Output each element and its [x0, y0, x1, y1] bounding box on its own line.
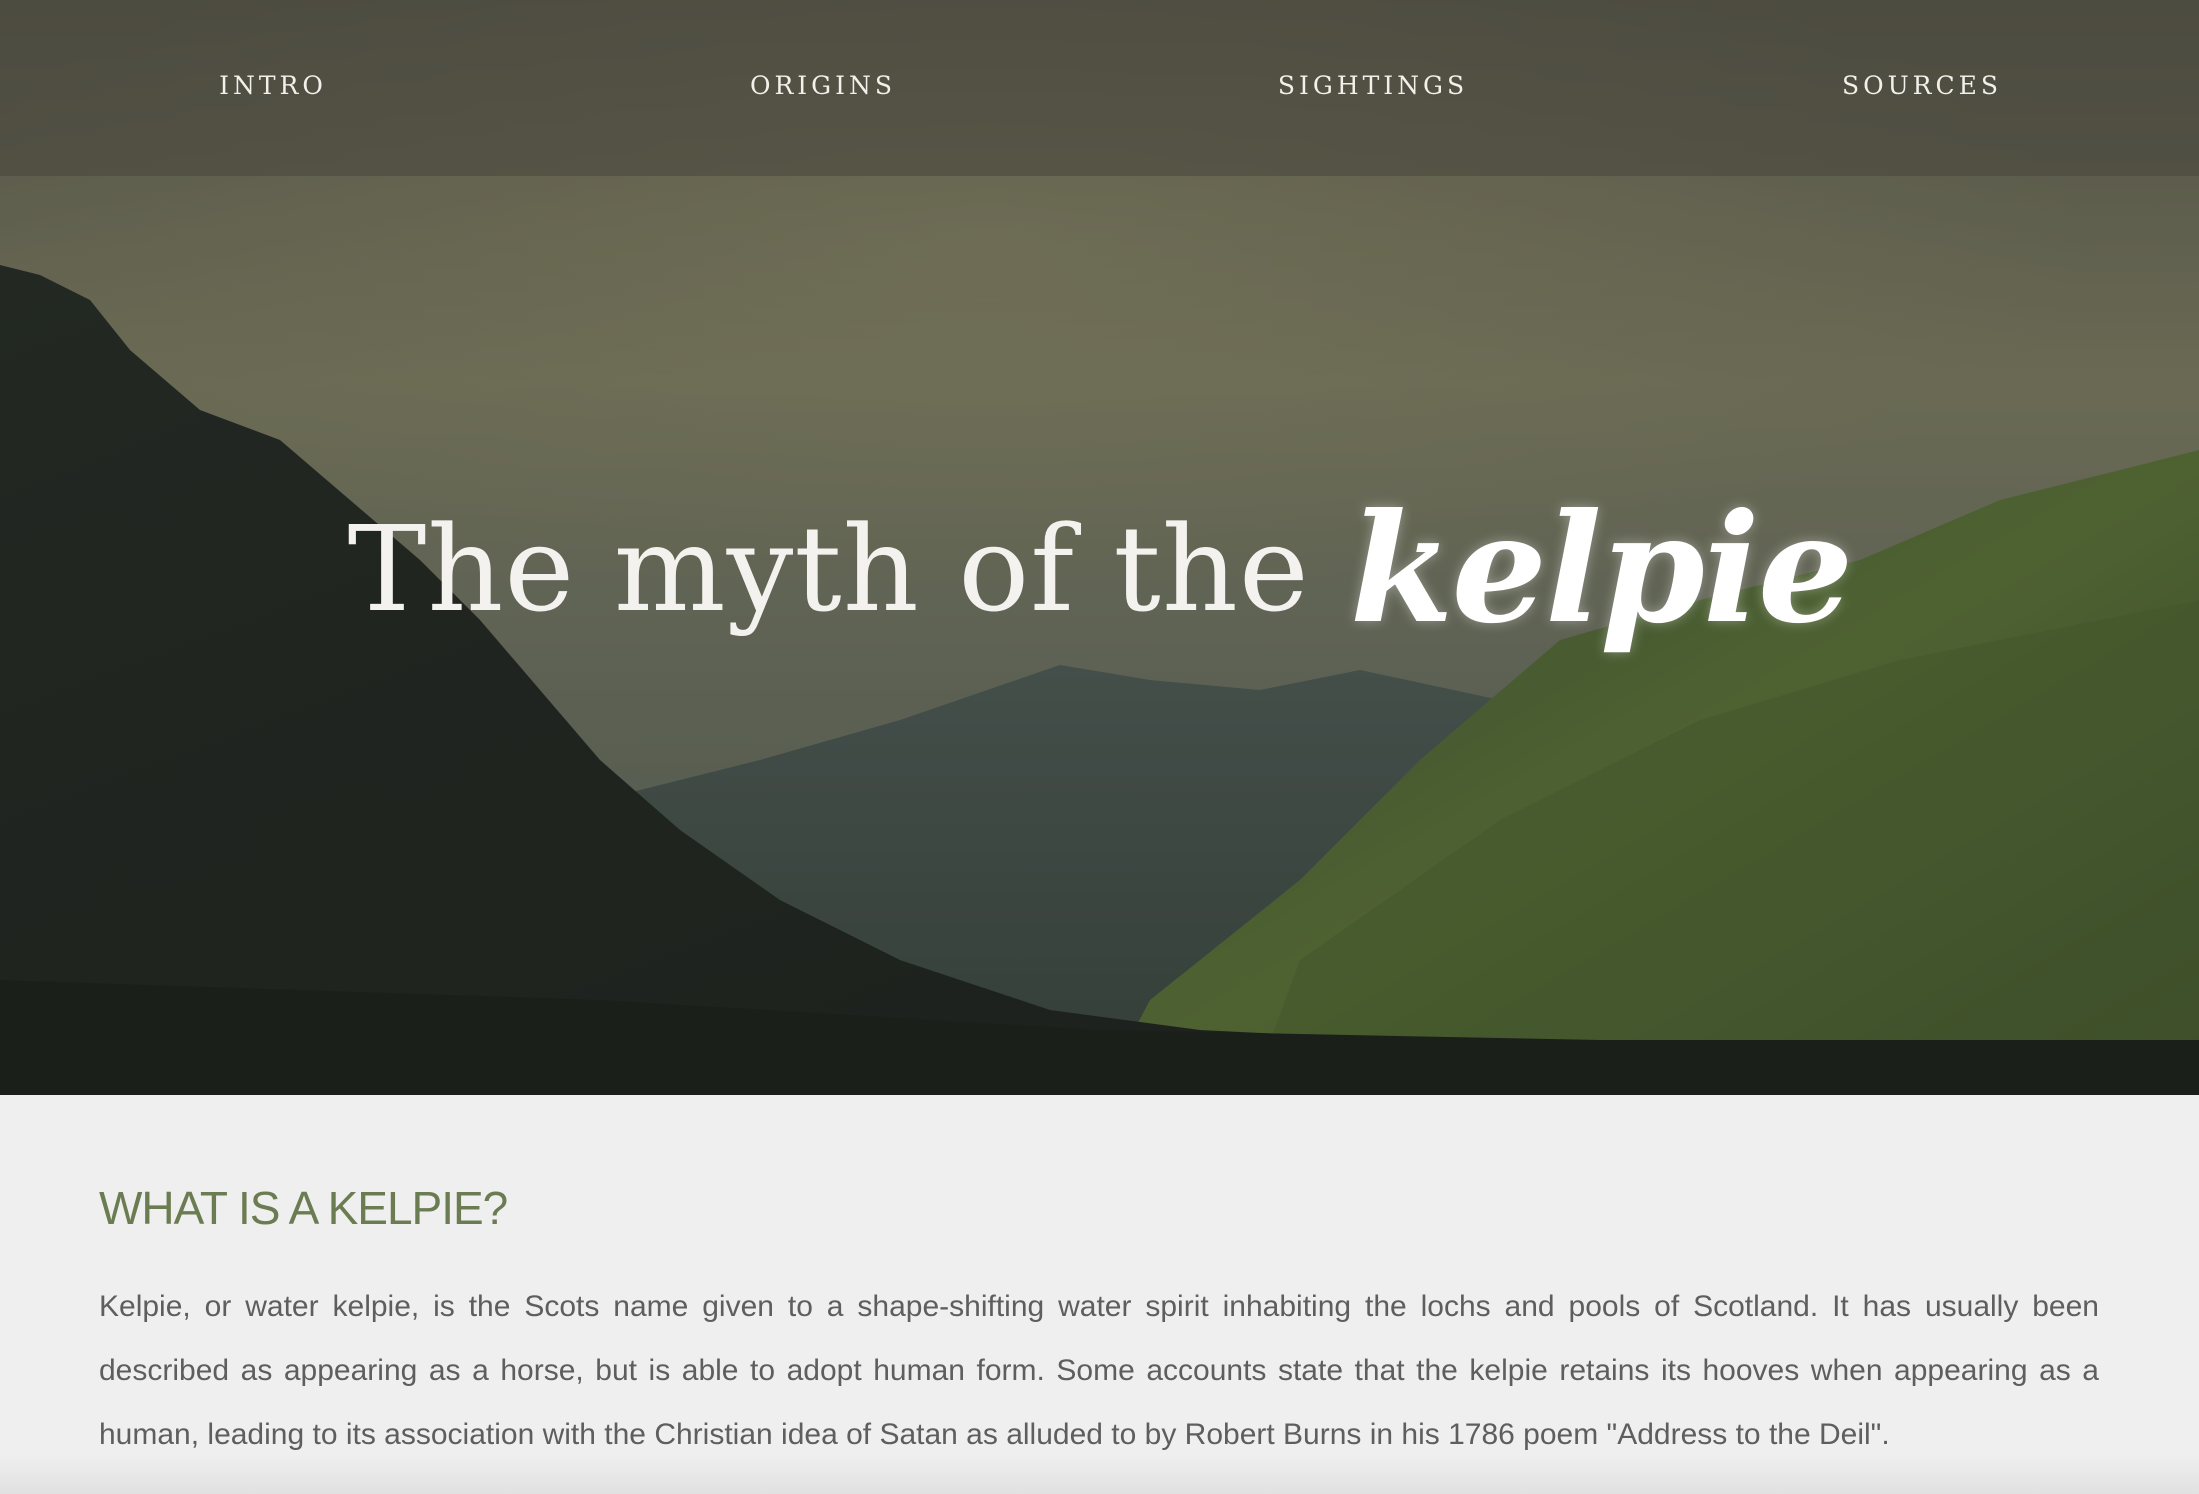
hero-title-emphasis: kelpie — [1349, 481, 1854, 658]
intro-section: WHAT IS A KELPIE? Kelpie, or water kelpi… — [0, 1095, 2199, 1494]
nav-item-origins[interactable]: ORIGINS — [750, 66, 896, 106]
section-heading: WHAT IS A KELPIE? — [99, 1182, 508, 1234]
nav-item-intro[interactable]: INTRO — [219, 66, 327, 106]
nav-item-sightings[interactable]: SIGHTINGS — [1278, 66, 1468, 106]
section-paragraph: Kelpie, or water kelpie, is the Scots na… — [99, 1290, 2099, 1451]
hero-title: The myth of the kelpie — [0, 481, 2199, 701]
nav-item-sources[interactable]: SOURCES — [1842, 66, 2002, 106]
hero-section: INTRO ORIGINS SIGHTINGS SOURCES The myth… — [0, 0, 2199, 1095]
top-navigation: INTRO ORIGINS SIGHTINGS SOURCES — [0, 0, 2199, 176]
hero-title-prefix: The myth of the — [347, 500, 1310, 639]
